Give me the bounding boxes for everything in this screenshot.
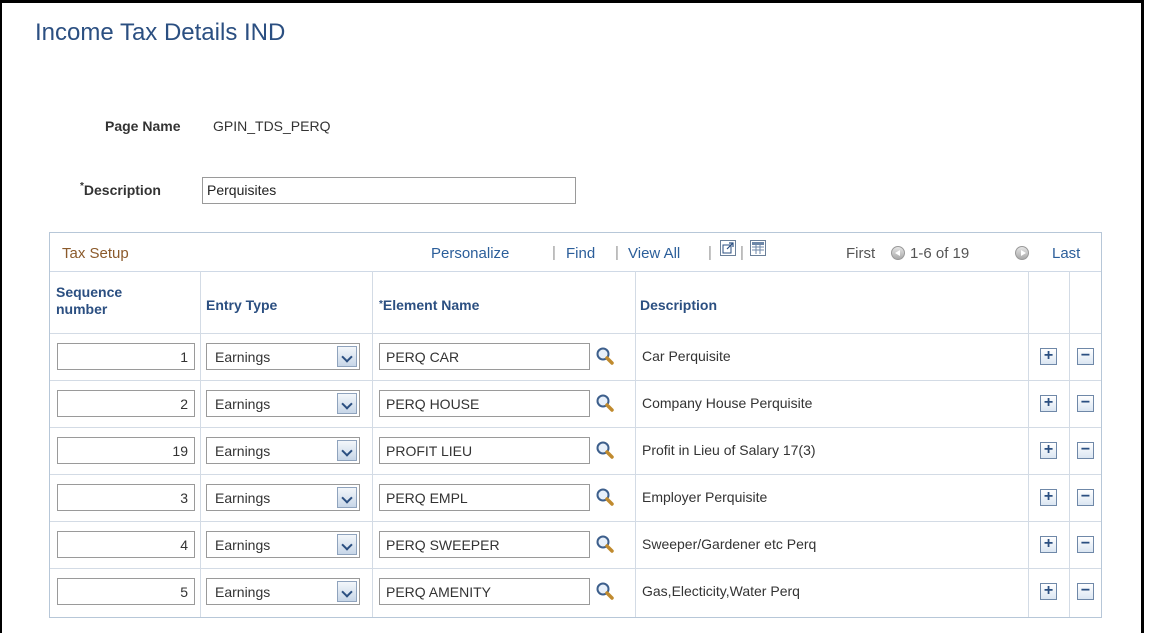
last-link[interactable]: Last [1052,245,1080,262]
row-description: Car Perquisite [642,348,731,364]
row-range: 1-6 of 19 [910,245,970,262]
entry-type-select[interactable]: Earnings [206,390,360,417]
add-row-button[interactable]: + [1040,536,1057,553]
chevron-down-icon[interactable] [337,487,357,508]
chevron-down-icon[interactable] [337,534,357,555]
grid-header: Tax Setup Personalize | Find | View All … [50,233,1101,272]
chevron-down-icon[interactable] [337,393,357,414]
row-description: Company House Perquisite [642,395,813,411]
element-name-field[interactable]: PERQ AMENITY [379,578,590,605]
element-name-field[interactable]: PERQ SWEEPER [379,531,590,558]
add-row-button[interactable]: + [1040,348,1057,365]
tax-setup-grid: Tax Setup Personalize | Find | View All … [49,232,1102,618]
delete-row-button[interactable]: − [1077,348,1094,365]
row-description: Profit in Lieu of Salary 17(3) [642,442,816,458]
chevron-down-icon[interactable] [337,440,357,461]
element-name-field[interactable]: PERQ CAR [379,343,590,370]
required-mark: * [80,181,84,192]
col-header-sequence[interactable]: Sequence number [56,284,122,318]
table-row: 5 Earnings PERQ AMENITY Gas,Electicity,Wate… [50,569,1101,616]
element-name-field[interactable]: PERQ EMPL [379,484,590,511]
table-row: 19 Earnings PROFIT LIEU Profit in Lieu of S… [50,428,1101,475]
delete-row-button[interactable]: − [1077,442,1094,459]
delete-row-button[interactable]: − [1077,536,1094,553]
entry-type-select[interactable]: Earnings [206,343,360,370]
lookup-icon[interactable] [595,487,615,507]
col-header-entry-type[interactable]: Entry Type [206,297,277,314]
delete-row-button[interactable]: − [1077,583,1094,600]
entry-type-select[interactable]: Earnings [206,437,360,464]
col-header-sequence-line1: Sequence [56,284,123,300]
entry-type-value: Earnings [215,537,271,553]
next-icon[interactable] [1015,246,1029,260]
page-name-value: GPIN_TDS_PERQ [213,118,331,134]
view-all-link[interactable]: View All [628,245,680,262]
entry-type-select[interactable]: Earnings [206,484,360,511]
sequence-number-field[interactable]: 2 [57,390,195,417]
element-name-field[interactable]: PROFIT LIEU [379,437,590,464]
required-mark: * [379,299,383,310]
personalize-link[interactable]: Personalize [431,245,509,262]
description-label: *Description [80,181,161,198]
row-description: Employer Perquisite [642,489,768,505]
table-row: 1 Earnings PERQ CAR Car Perquisite + − [50,334,1101,381]
description-label-text: Description [83,182,161,198]
new-window-icon[interactable] [720,240,736,256]
sequence-number-field[interactable]: 5 [57,578,195,605]
col-header-description[interactable]: Description [640,297,717,314]
row-description: Gas,Electicity,Water Perq [642,583,800,599]
description-field[interactable]: Perquisites [202,177,576,204]
add-row-button[interactable]: + [1040,442,1057,459]
sequence-number-field[interactable]: 1 [57,343,195,370]
col-header-element-name[interactable]: *Element Name [379,297,479,314]
element-name-field[interactable]: PERQ HOUSE [379,390,590,417]
entry-type-value: Earnings [215,349,271,365]
entry-type-value: Earnings [215,490,271,506]
entry-type-value: Earnings [215,443,271,459]
lookup-icon[interactable] [595,581,615,601]
chevron-down-icon[interactable] [337,346,357,367]
lookup-icon[interactable] [595,393,615,413]
row-description: Sweeper/Gardener etc Perq [642,536,817,552]
separator: | [552,244,556,261]
lookup-icon[interactable] [595,534,615,554]
sequence-number-field[interactable]: 4 [57,531,195,558]
find-link[interactable]: Find [566,245,595,262]
add-row-button[interactable]: + [1040,395,1057,412]
table-row: 2 Earnings PERQ HOUSE Company House Perquis… [50,381,1101,428]
page-title: Income Tax Details IND [35,19,286,46]
separator: | [615,244,619,261]
chevron-down-icon[interactable] [337,581,357,602]
sequence-number-field[interactable]: 19 [57,437,195,464]
entry-type-select[interactable]: Earnings [206,578,360,605]
lookup-icon[interactable] [595,440,615,460]
entry-type-value: Earnings [215,396,271,412]
entry-type-select[interactable]: Earnings [206,531,360,558]
table-row: 4 Earnings PERQ SWEEPER Sweeper/Gardener et… [50,522,1101,569]
col-header-element-name-text: Element Name [382,297,480,313]
lookup-icon[interactable] [595,346,615,366]
grid-title: Tax Setup [62,245,129,262]
separator: | [740,244,744,261]
previous-icon[interactable] [891,246,905,260]
page-name-label: Page Name [105,118,181,134]
delete-row-button[interactable]: − [1077,395,1094,412]
col-header-sequence-line2: number [56,301,108,317]
sequence-number-field[interactable]: 3 [57,484,195,511]
add-row-button[interactable]: + [1040,583,1057,600]
separator: | [708,244,712,261]
table-row: 3 Earnings PERQ EMPL Employer Perquisite + − [50,475,1101,522]
entry-type-value: Earnings [215,584,271,600]
delete-row-button[interactable]: − [1077,489,1094,506]
first-label: First [846,245,876,262]
download-grid-icon[interactable] [750,240,766,256]
add-row-button[interactable]: + [1040,489,1057,506]
